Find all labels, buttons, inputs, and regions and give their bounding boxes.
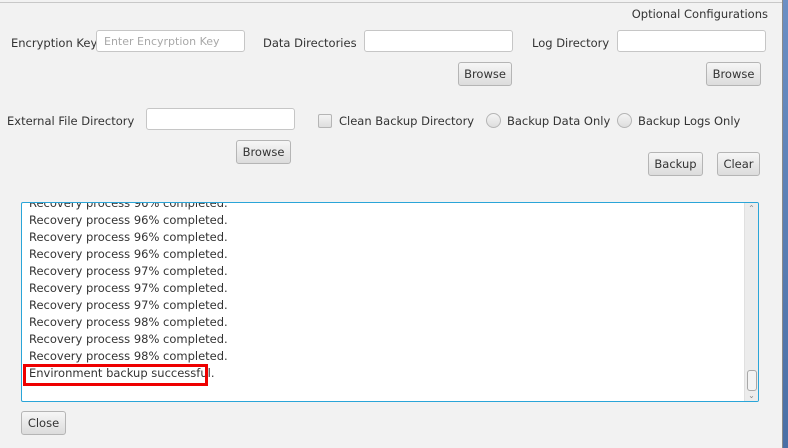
log-line: Recovery process 96% completed. (29, 213, 228, 227)
log-directory-input[interactable] (617, 30, 766, 52)
window-top-border (0, 2, 782, 3)
data-directories-label: Data Directories (263, 36, 357, 50)
scroll-up-icon[interactable]: ⌃ (745, 204, 758, 213)
clean-backup-directory-checkbox[interactable] (318, 114, 332, 128)
scroll-down-icon[interactable]: ⌄ (745, 391, 758, 400)
backup-data-only-radio[interactable] (486, 113, 501, 128)
external-file-directory-browse-button[interactable]: Browse (236, 140, 291, 164)
success-highlight-box (23, 364, 208, 386)
clear-button[interactable]: Clear (717, 152, 760, 176)
scrollbar-thumb[interactable] (747, 370, 757, 391)
log-line: Recovery process 98% completed. (29, 315, 228, 329)
vertical-scrollbar[interactable]: ⌃ ⌄ (744, 203, 758, 401)
clean-backup-directory-label[interactable]: Clean Backup Directory (339, 113, 474, 129)
log-directory-label: Log Directory (532, 36, 610, 50)
log-line: Recovery process 98% completed. (29, 332, 228, 346)
external-file-directory-label: External File Directory (7, 114, 135, 128)
log-lines: Recovery process 96% completed. Recovery… (29, 202, 228, 382)
data-directories-input[interactable] (364, 30, 513, 52)
optional-configurations-label: Optional Configurations (631, 7, 768, 21)
log-line: Recovery process 98% completed. (29, 349, 228, 363)
backup-logs-only-label[interactable]: Backup Logs Only (638, 113, 740, 129)
close-button[interactable]: Close (21, 411, 66, 435)
encryption-key-input[interactable] (96, 30, 245, 52)
log-line: Recovery process 97% completed. (29, 281, 228, 295)
encryption-key-label: Encryption Key (11, 36, 98, 50)
backup-button[interactable]: Backup (648, 152, 703, 176)
window-edge (782, 0, 788, 448)
log-line: Recovery process 97% completed. (29, 298, 228, 312)
data-directories-browse-button[interactable]: Browse (458, 62, 512, 86)
backup-logs-only-radio[interactable] (617, 113, 632, 128)
log-line: Recovery process 96% completed. (29, 230, 228, 244)
log-line: Recovery process 97% completed. (29, 264, 228, 278)
log-line: Recovery process 96% completed. (29, 202, 228, 210)
external-file-directory-input[interactable] (146, 108, 295, 130)
log-line: Recovery process 96% completed. (29, 247, 228, 261)
log-directory-browse-button[interactable]: Browse (706, 62, 761, 86)
log-output-textarea[interactable]: Recovery process 96% completed. Recovery… (21, 202, 759, 402)
backup-data-only-label[interactable]: Backup Data Only (507, 113, 610, 129)
